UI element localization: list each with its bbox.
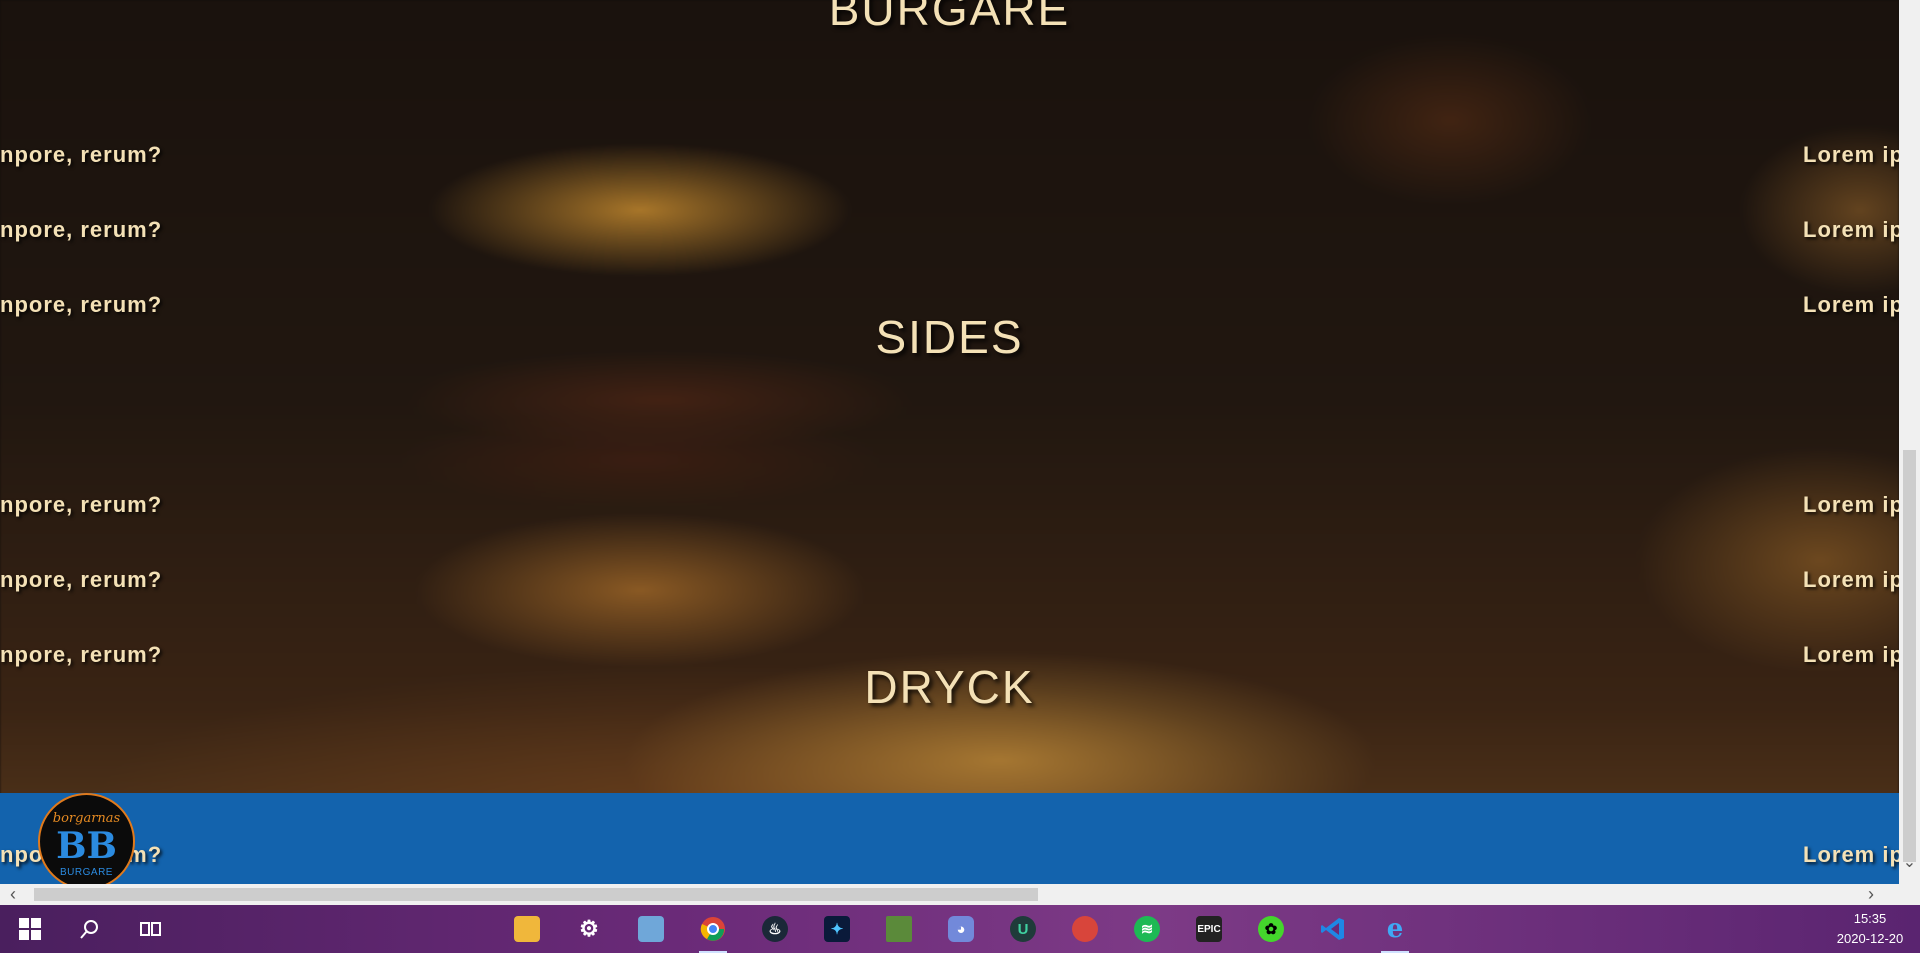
horizontal-scrollbar[interactable]: ‹ › [0,884,1899,905]
section-heading-dryck: DRYCK [864,661,1035,713]
ubisoft-icon[interactable]: U [1005,911,1041,947]
horizontal-scroll-thumb[interactable] [34,888,1038,901]
menu-item-text: Lorem ip [1803,217,1904,242]
menu-item-text: npore, rerum? [0,492,163,517]
vertical-scroll-thumb[interactable] [1903,450,1916,862]
footer-bar: npore, rerum? Lorem ip [0,793,1903,884]
discord-icon[interactable]: ◕ [943,911,979,947]
internet-explorer-icon[interactable]: e [1377,911,1413,953]
ccleaner-icon[interactable] [1067,911,1103,947]
menu-item-text: Lorem ip [1803,492,1904,517]
clock-time: 15:35 [1853,911,1887,926]
razer-icon[interactable]: ✿ [1253,911,1289,947]
minecraft-icon[interactable] [881,911,917,947]
spotify-icon[interactable]: ≋ [1129,911,1165,947]
steam-icon[interactable]: ♨ [757,911,793,947]
logo-initials: BB [56,825,117,867]
epic-games-icon[interactable]: EPIC [1191,911,1227,947]
menu-item-text: Lorem ip [1803,567,1904,592]
control-panel-icon[interactable] [633,911,669,947]
logo-word: BURGARE [60,867,113,878]
scroll-down-icon[interactable]: ⌄ [1900,852,1919,872]
windows-taskbar: ⚙ ♨ ✦ ◕ U ≋ EPIC ✿ e 15:35 2020-12-20 [0,905,1920,953]
site-logo[interactable]: borgarnas BB BURGARE [38,793,135,890]
clock-date: 2020-12-20 [1836,931,1904,946]
scroll-right-icon[interactable]: › [1868,884,1874,905]
menu-item-text: npore, rerum? [0,142,163,167]
scroll-left-icon[interactable]: ‹ [10,884,16,905]
menu-item-text: npore, rerum? [0,567,163,592]
section-heading-burgare: BURGARE [828,0,1071,35]
vertical-scrollbar[interactable]: ⌄ [1899,0,1920,884]
task-view-icon[interactable] [132,911,168,947]
system-clock[interactable]: 15:35 2020-12-20 [1830,909,1910,949]
windows-start-icon[interactable] [12,911,48,947]
logo-script-text: borgarnas [52,811,121,826]
menu-item-text: Lorem ip [1803,842,1904,867]
page-content: BURGARE npore, rerum? npore, rerum? npor… [0,0,1903,890]
settings-icon[interactable]: ⚙ [571,911,607,947]
search-icon[interactable] [72,911,108,947]
battlenet-icon[interactable]: ✦ [819,911,855,947]
scrollbar-corner [1899,884,1920,905]
menu-item-text: Lorem ip [1803,142,1904,167]
section-heading-sides: SIDES [875,311,1024,363]
chrome-icon[interactable] [695,911,731,953]
vscode-icon[interactable] [1315,911,1351,947]
menu-item-text: npore, rerum? [0,217,163,242]
file-explorer-icon[interactable] [509,911,545,947]
